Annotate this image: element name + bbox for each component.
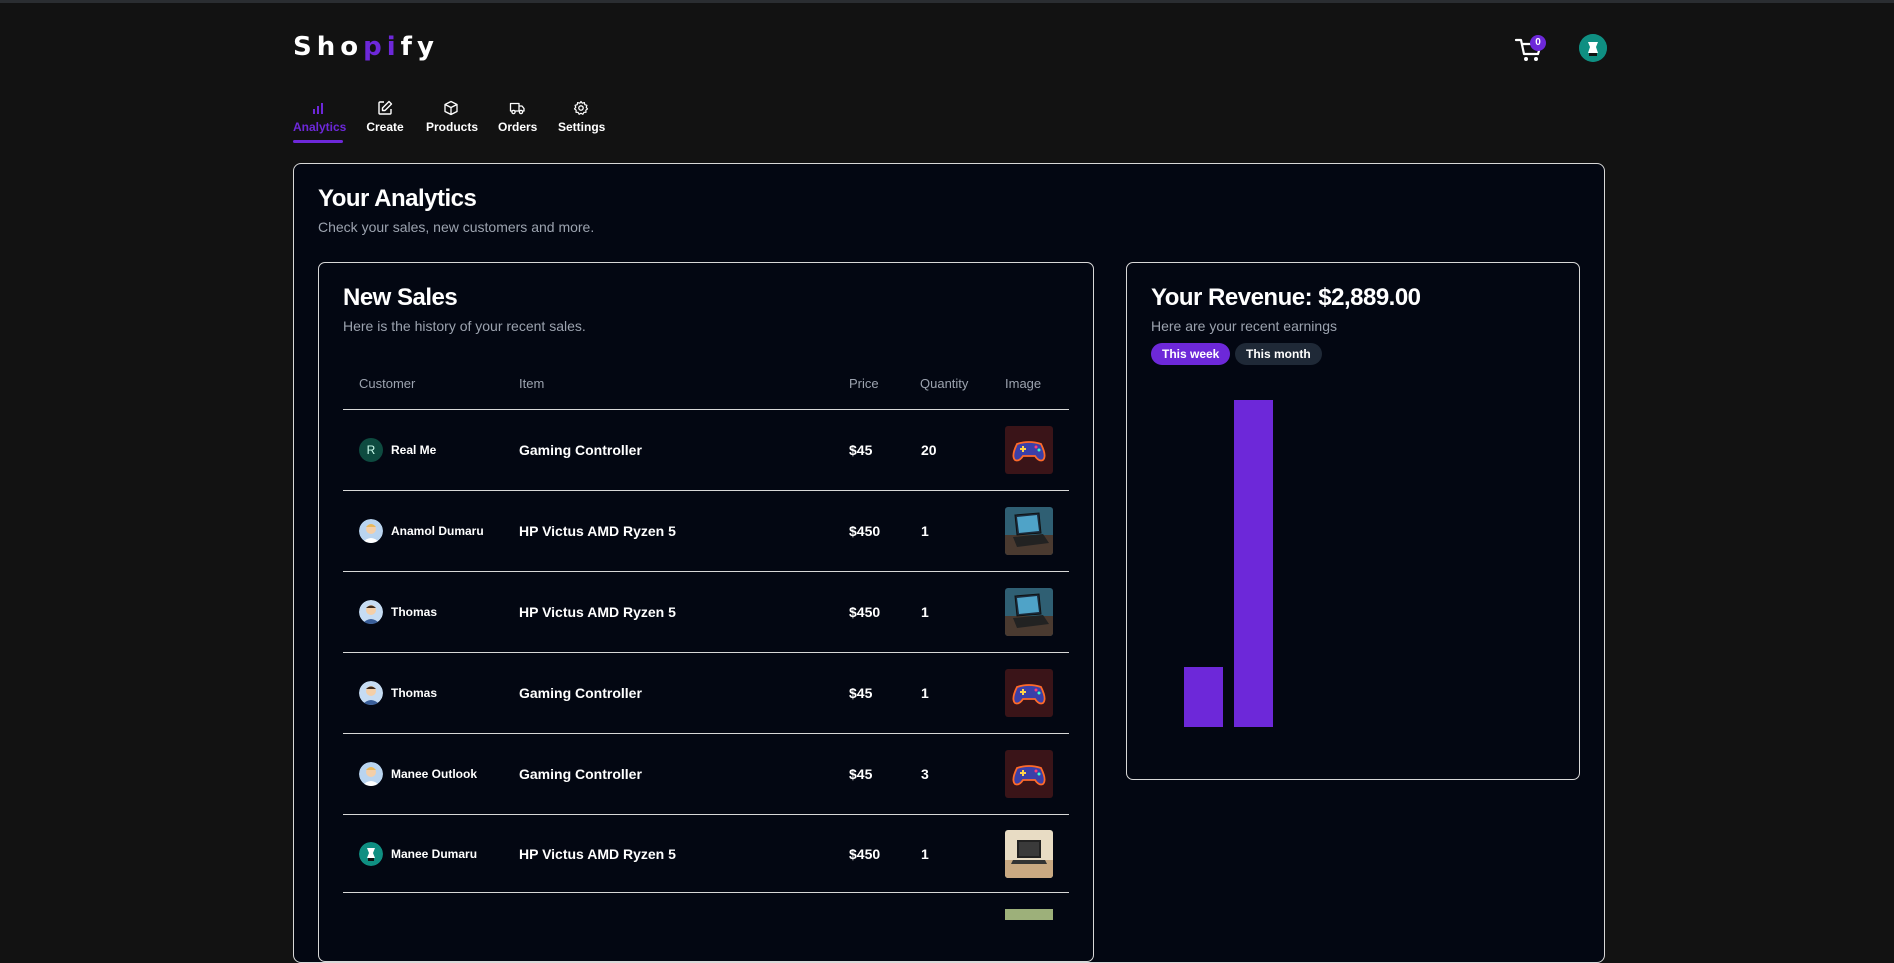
- item-price: $450: [849, 604, 881, 620]
- sales-subtitle: Here is the history of your recent sales…: [343, 318, 586, 334]
- product-image-laptop: [1005, 588, 1053, 636]
- customer-name: Anamol Dumaru: [391, 524, 484, 538]
- product-image-gaming-controller: [1005, 426, 1053, 474]
- logo-text-start: Sho: [293, 32, 364, 62]
- item-name: Gaming Controller: [519, 442, 642, 458]
- customer-avatar: [359, 762, 383, 786]
- top-border: [0, 0, 1894, 3]
- item-quantity: 1: [921, 523, 929, 539]
- bar-chart-icon: [313, 103, 323, 114]
- product-image-laptop: [1005, 507, 1053, 555]
- table-row[interactable]: R Real Me Gaming Controller $45 20: [343, 410, 1069, 491]
- tab-settings-label: Settings: [558, 120, 606, 134]
- tab-settings[interactable]: Settings: [558, 100, 606, 134]
- item-name: HP Victus AMD Ryzen 5: [519, 604, 676, 620]
- user-avatar[interactable]: [1579, 34, 1607, 62]
- revenue-title: Your Revenue: $2,889.00: [1151, 284, 1421, 311]
- edit-icon: [378, 100, 393, 115]
- column-header-customer: Customer: [359, 376, 416, 391]
- cart-count-badge: 0: [1530, 35, 1546, 51]
- item-price: $45: [849, 766, 873, 782]
- product-image-partial: [1005, 909, 1053, 920]
- table-row[interactable]: Anamol Dumaru HP Victus AMD Ryzen 5 $450…: [343, 491, 1069, 572]
- page-subtitle: Check your sales, new customers and more…: [318, 219, 595, 235]
- logo-text-end: fy: [400, 32, 439, 62]
- item-name: HP Victus AMD Ryzen 5: [519, 845, 676, 862]
- item-quantity: 20: [921, 442, 937, 458]
- filter-this-week[interactable]: This week: [1151, 343, 1231, 365]
- truck-icon: [509, 102, 525, 115]
- gear-icon: [573, 100, 589, 115]
- column-header-item: Item: [519, 376, 545, 391]
- customer-name: Real Me: [391, 443, 437, 457]
- customer-name: Thomas: [391, 686, 438, 700]
- column-header-price: Price: [849, 376, 879, 391]
- item-name: Gaming Controller: [519, 766, 642, 782]
- tab-products[interactable]: Products: [426, 100, 479, 134]
- customer-avatar: R: [359, 438, 383, 462]
- item-quantity: 1: [921, 685, 929, 701]
- column-header-image: Image: [1005, 376, 1042, 391]
- table-row[interactable]: Manee Outlook Gaming Controller $45 3: [343, 734, 1069, 815]
- tab-create-label: Create: [366, 120, 404, 134]
- item-name: Gaming Controller: [519, 685, 642, 701]
- product-image-laptop-desk: [1005, 829, 1053, 878]
- column-header-quantity: Quantity: [920, 376, 969, 391]
- active-tab-indicator: [293, 140, 343, 143]
- table-row[interactable]: Thomas Gaming Controller $45 1: [343, 653, 1069, 734]
- customer-avatar: [359, 600, 383, 624]
- item-price: $450: [849, 523, 881, 539]
- revenue-bar-chart: [1151, 380, 1551, 727]
- person-icon: [1579, 34, 1607, 62]
- table-row[interactable]: Manee Dumaru HP Victus AMD Ryzen 5 $450 …: [343, 815, 1069, 893]
- tab-products-label: Products: [426, 120, 479, 134]
- customer-name: Thomas: [391, 605, 438, 619]
- revenue-subtitle: Here are your recent earnings: [1151, 318, 1337, 334]
- item-quantity: 1: [921, 604, 929, 620]
- box-icon: [444, 100, 458, 116]
- tab-orders-label: Orders: [498, 120, 538, 134]
- item-quantity: 1: [921, 845, 929, 862]
- customer-avatar: [359, 841, 383, 866]
- item-price: $45: [849, 685, 873, 701]
- customer-avatar: [359, 519, 383, 543]
- app-header: Shopify 0: [293, 30, 1607, 70]
- sales-title: New Sales: [343, 284, 458, 311]
- filter-this-month[interactable]: This month: [1235, 343, 1322, 365]
- tab-analytics[interactable]: Analytics: [293, 100, 347, 134]
- customer-avatar: [359, 681, 383, 705]
- item-price: $450: [849, 845, 881, 862]
- logo-text-accent: pi: [363, 32, 401, 62]
- tab-orders[interactable]: Orders: [498, 100, 538, 134]
- item-price: $45: [849, 442, 873, 458]
- customer-name: Manee Dumaru: [391, 846, 478, 861]
- revenue-bar: [1184, 667, 1223, 727]
- revenue-bar: [1234, 400, 1273, 727]
- product-image-gaming-controller: [1005, 750, 1053, 798]
- shopify-logo[interactable]: Shopify: [293, 32, 439, 62]
- product-image-gaming-controller: [1005, 669, 1053, 717]
- item-name: HP Victus AMD Ryzen 5: [519, 523, 676, 539]
- item-quantity: 3: [921, 766, 929, 782]
- page-title: Your Analytics: [318, 185, 477, 212]
- tab-analytics-label: Analytics: [293, 120, 347, 134]
- table-row[interactable]: Thomas HP Victus AMD Ryzen 5 $450 1: [343, 572, 1069, 653]
- customer-name: Manee Outlook: [391, 767, 478, 781]
- tab-create[interactable]: Create: [366, 100, 404, 134]
